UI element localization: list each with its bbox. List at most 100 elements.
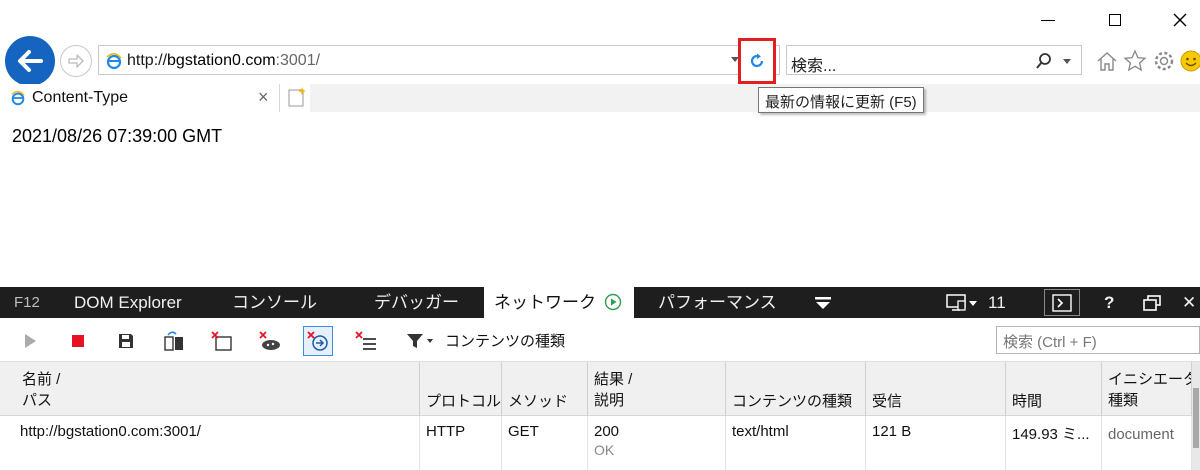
devtools-search-input[interactable]: 検索 (Ctrl + F) [996, 326, 1200, 354]
forward-button[interactable] [60, 45, 92, 77]
play-circle-icon[interactable] [604, 293, 622, 311]
import-icon [164, 331, 183, 351]
emulation-count: 11 [988, 293, 1006, 312]
chevron-down-icon [815, 296, 831, 309]
stop-profiling-button[interactable] [65, 328, 91, 354]
undock-button[interactable] [1140, 287, 1164, 318]
more-tabs-button[interactable] [812, 287, 834, 318]
minimize-button[interactable] [1028, 6, 1068, 34]
col-name-path[interactable]: 名前 / パス [0, 362, 420, 416]
col-result[interactable]: 結果 / 説明 [588, 362, 726, 416]
cell-received: 121 B [866, 416, 1006, 470]
maximize-button[interactable] [1095, 6, 1135, 34]
forward-arrow-icon [68, 54, 84, 68]
col-method[interactable]: メソッド [502, 362, 588, 416]
col-result-label: 結果 / [594, 371, 633, 388]
cell-result-desc: OK [594, 442, 615, 458]
export-har-button[interactable] [113, 328, 139, 354]
search-icon[interactable] [1035, 52, 1053, 70]
tab-strip [310, 84, 1200, 112]
col-received-label: 受信 [872, 393, 903, 410]
col-content-type[interactable]: コンテンツの種類 [726, 362, 866, 416]
refresh-button[interactable] [738, 38, 776, 84]
console-prompt-icon [1052, 293, 1072, 312]
col-time-label: 時間 [1012, 393, 1043, 410]
save-icon [119, 334, 133, 348]
tools-button[interactable] [1151, 48, 1177, 74]
col-type-label: 種類 [1108, 392, 1139, 409]
vertical-scrollbar[interactable] [1192, 362, 1200, 470]
address-bar[interactable]: http://bgstation0.com:3001/ [98, 45, 780, 75]
col-desc-label: 説明 [594, 392, 625, 409]
back-arrow-icon [18, 50, 43, 72]
minimize-icon [1041, 19, 1055, 21]
tab-content-type[interactable]: Content-Type × [0, 84, 280, 112]
always-refresh-icon [307, 331, 328, 351]
cell-method: GET [502, 416, 588, 470]
scrollbar-thumb[interactable] [1193, 388, 1199, 448]
url-host: bgstation0.com [167, 52, 276, 69]
clear-cache-button[interactable] [257, 328, 283, 354]
filter-icon [407, 334, 433, 348]
close-window-button[interactable] [1160, 6, 1200, 34]
url-port: :3001/ [275, 52, 321, 69]
devtools-tabbar: F12 DOM Explorer コンソール デバッガー ネットワーク パフォー… [0, 287, 1200, 318]
favorites-button[interactable] [1122, 48, 1148, 74]
tab-close-icon[interactable]: × [258, 87, 269, 108]
ie-logo-icon [106, 53, 122, 70]
cell-result-code: 200 [594, 423, 620, 440]
col-protocol-label: プロトコル [426, 393, 502, 410]
tab-network[interactable]: ネットワーク [484, 287, 634, 318]
cell-name: http://bgstation0.com:3001/ [0, 416, 420, 470]
help-button[interactable]: ? [1104, 287, 1114, 318]
table-row[interactable]: http://bgstation0.com:3001/ HTTP GET 200… [0, 416, 1200, 470]
search-box[interactable]: 検索... [786, 45, 1082, 75]
home-icon [1097, 52, 1117, 71]
cell-initiator: document [1102, 416, 1192, 470]
col-initiator[interactable]: イニシエーター 種類 [1102, 362, 1192, 416]
start-profiling-button[interactable] [17, 328, 43, 354]
feedback-button[interactable] [1178, 48, 1200, 74]
clear-on-navigate-button[interactable] [353, 328, 379, 354]
monitor-icon [946, 293, 977, 311]
gear-icon [1154, 51, 1174, 71]
tab-dom-explorer[interactable]: DOM Explorer [74, 287, 182, 318]
tab-performance[interactable]: パフォーマンス [658, 287, 777, 318]
undock-icon [1143, 294, 1161, 311]
col-protocol[interactable]: プロトコル [420, 362, 502, 416]
tab-debugger[interactable]: デバッガー [374, 287, 459, 318]
clear-entries-button[interactable] [209, 328, 235, 354]
tab-console[interactable]: コンソール [232, 287, 317, 318]
clear-session-icon [211, 331, 232, 351]
maximize-icon [1109, 14, 1121, 26]
col-received[interactable]: 受信 [866, 362, 1006, 416]
refresh-icon [750, 53, 764, 68]
content-type-filter-button[interactable] [403, 328, 439, 354]
always-refresh-button[interactable] [303, 326, 333, 356]
close-icon [1173, 13, 1187, 27]
col-name-label: 名前 / [22, 371, 61, 388]
console-toggle-button[interactable] [1044, 289, 1080, 316]
cell-time: 149.93 ミ... [1006, 416, 1102, 470]
content-type-filter-label[interactable]: コンテンツの種類 [445, 330, 565, 351]
col-time[interactable]: 時間 [1006, 362, 1102, 416]
tab-title: Content-Type [32, 89, 129, 106]
col-content-type-label: コンテンツの種類 [732, 393, 853, 410]
emulation-button[interactable] [944, 287, 984, 318]
devtools-f12-label: F12 [14, 294, 40, 311]
home-button[interactable] [1094, 48, 1120, 74]
table-header: 名前 / パス プロトコル メソッド 結果 / 説明 コンテンツの種類 受信 時… [0, 362, 1200, 416]
devtools-close-button[interactable]: ✕ [1182, 287, 1196, 318]
tab-network-label: ネットワーク [494, 293, 596, 312]
new-tab-button[interactable] [284, 84, 310, 110]
back-button[interactable] [5, 36, 55, 86]
star-icon [1123, 49, 1147, 72]
address-url[interactable]: http://bgstation0.com:3001/ [127, 52, 320, 70]
search-dropdown-icon[interactable] [1063, 59, 1071, 64]
import-button[interactable] [161, 328, 187, 354]
cell-result: 200 OK [588, 416, 726, 470]
col-initiator-label: イニシエーター [1108, 371, 1191, 388]
ie-logo-icon [11, 90, 25, 106]
refresh-tooltip: 最新の情報に更新 (F5) [758, 87, 924, 113]
url-prefix: http:// [127, 52, 168, 69]
